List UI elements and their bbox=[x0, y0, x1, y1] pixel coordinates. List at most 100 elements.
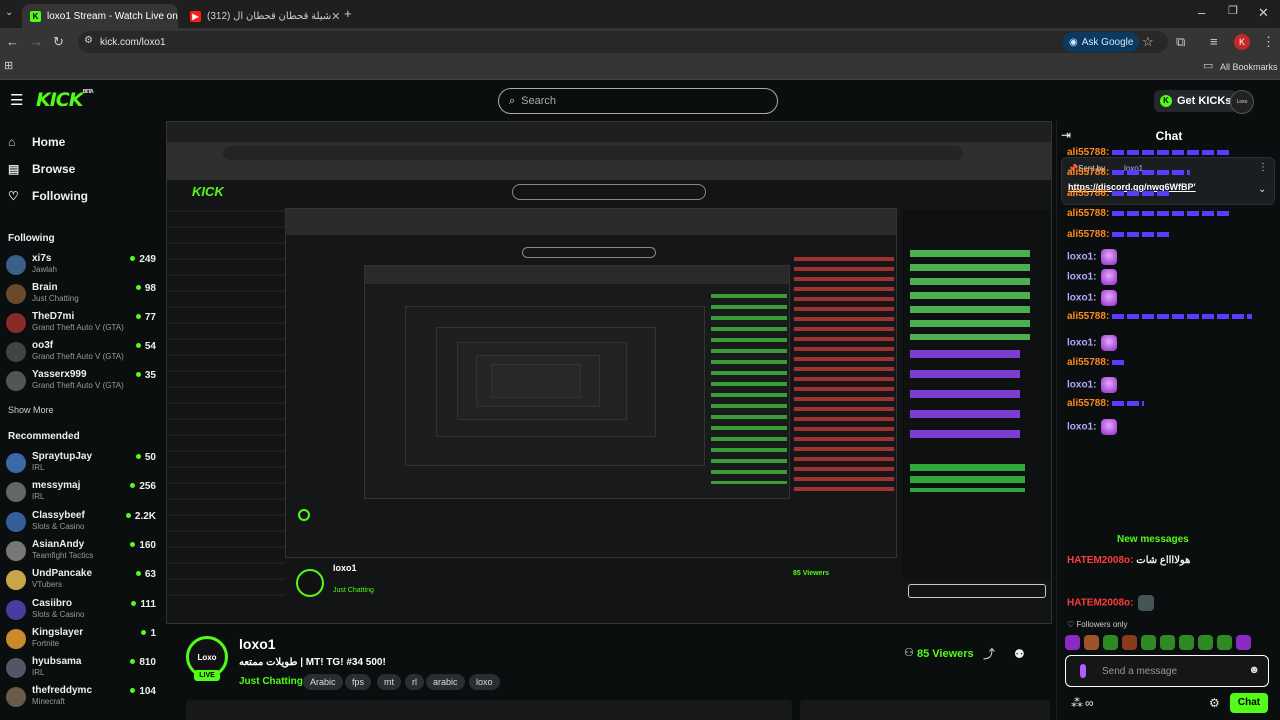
extensions-icon[interactable]: ⧉ bbox=[1176, 35, 1185, 48]
following-yasserx999[interactable]: Yasserx999 Grand Theft Auto V (GTA) 35 bbox=[6, 369, 156, 397]
recommended-classybeef[interactable]: Classybeef Slots & Casino 2.2K bbox=[6, 510, 156, 538]
emote-icon[interactable] bbox=[1160, 635, 1175, 650]
show-more-button[interactable]: Show More bbox=[8, 405, 54, 415]
recommended-kingslayer[interactable]: Kingslayer Fortnite 1 bbox=[6, 627, 156, 655]
site-info-icon[interactable]: ⚙ bbox=[84, 36, 93, 46]
tab-loxo1[interactable]: K loxo1 Stream - Watch Live on K ✕ bbox=[22, 4, 178, 28]
nav-home[interactable]: ⌂ Home bbox=[8, 135, 65, 149]
tag-rl[interactable]: rl bbox=[405, 674, 424, 690]
recommended-undpancake[interactable]: UndPancake VTubers 63 bbox=[6, 568, 156, 596]
chat-username[interactable]: loxo1 bbox=[1067, 252, 1093, 263]
emote-icon[interactable] bbox=[1236, 635, 1251, 650]
forward-icon[interactable]: → bbox=[30, 35, 43, 48]
chat-username[interactable]: ali55788 bbox=[1067, 357, 1106, 368]
send-chat-button[interactable]: Chat bbox=[1230, 693, 1268, 713]
viewer-count: 104 bbox=[130, 686, 156, 697]
chat-username[interactable]: loxo1 bbox=[1067, 380, 1093, 391]
tag-mt[interactable]: mt bbox=[377, 674, 401, 690]
kicks-icon[interactable]: ⁂ bbox=[1071, 697, 1083, 709]
streamer-name[interactable]: loxo1 bbox=[239, 636, 276, 652]
chat-settings-icon[interactable]: ⚙ bbox=[1209, 697, 1220, 709]
chat-username[interactable]: ali55788 bbox=[1067, 167, 1106, 178]
tag-arabic[interactable]: Arabic bbox=[303, 674, 343, 690]
channel-name: Casiibro bbox=[32, 597, 73, 609]
following-brain[interactable]: Brain Just Chatting 98 bbox=[6, 282, 156, 310]
following-oo3f[interactable]: oo3f Grand Theft Auto V (GTA) 54 bbox=[6, 340, 156, 368]
recommended-hyubsama[interactable]: hyubsama IRL 810 bbox=[6, 656, 156, 684]
emote-icon[interactable] bbox=[1065, 635, 1080, 650]
emote-icon[interactable] bbox=[1103, 635, 1118, 650]
follow-user-icon[interactable]: ⚉ bbox=[1014, 648, 1025, 660]
new-messages-banner[interactable]: New messages bbox=[1117, 534, 1189, 545]
category-link[interactable]: Just Chatting bbox=[239, 676, 303, 687]
recommended-messymaj[interactable]: messymaj IRL 256 bbox=[6, 480, 156, 508]
user-avatar[interactable]: Loxo bbox=[1230, 90, 1254, 114]
profile-avatar[interactable]: K bbox=[1234, 34, 1250, 50]
chat-username[interactable]: ali55788 bbox=[1067, 147, 1106, 158]
tab-youtube[interactable]: ▶ (312) شيلة قحطان قحطان ال ✕ bbox=[182, 4, 340, 28]
channel-avatar bbox=[6, 570, 26, 591]
tag-fps[interactable]: fps bbox=[345, 674, 372, 690]
ask-google-button[interactable]: ◉ Ask Google bbox=[1063, 32, 1140, 52]
chat-input[interactable]: Send a message ☻ bbox=[1065, 655, 1269, 687]
chat-username[interactable]: ali55788 bbox=[1067, 188, 1106, 199]
new-tab-icon[interactable]: + bbox=[344, 7, 352, 20]
emote-icon[interactable] bbox=[1217, 635, 1232, 650]
channel-name: AsianAndy bbox=[32, 538, 85, 550]
kick-logo[interactable]: KICKBETA bbox=[36, 89, 94, 111]
emote-icon[interactable] bbox=[1122, 635, 1137, 650]
all-bookmarks-link[interactable]: All Bookmarks bbox=[1220, 62, 1278, 72]
chat-username[interactable]: ali55788 bbox=[1067, 311, 1106, 322]
chat-username[interactable]: ali55788 bbox=[1067, 229, 1106, 240]
bookmark-star-icon[interactable]: ☆ bbox=[1142, 35, 1154, 48]
emote-icon[interactable] bbox=[1198, 635, 1213, 650]
tab-list-icon[interactable]: ⌄ bbox=[5, 8, 13, 18]
chat-username[interactable]: loxo1 bbox=[1067, 272, 1093, 283]
nav-following[interactable]: ♡ Following bbox=[8, 189, 88, 203]
url-field[interactable]: ⚙ kick.com/loxo1 bbox=[78, 31, 1168, 53]
recommended-spraytupjay[interactable]: SpraytupJay IRL 50 bbox=[6, 451, 156, 479]
media-icon[interactable]: ≡ bbox=[1210, 35, 1218, 48]
close-tab-icon[interactable]: ✕ bbox=[331, 10, 340, 23]
restore-icon[interactable]: ❐ bbox=[1228, 6, 1238, 17]
recommended-thefreddymc[interactable]: thefreddymc Minecraft 104 bbox=[6, 685, 156, 713]
apps-icon[interactable]: ⊞ bbox=[4, 61, 13, 72]
hamburger-menu-icon[interactable]: ☰ bbox=[10, 93, 23, 108]
tag-arabic-lower[interactable]: arabic bbox=[426, 674, 465, 690]
nav-browse[interactable]: ▤ Browse bbox=[8, 162, 75, 176]
viewer-count: 85 Viewers bbox=[917, 648, 974, 660]
search-input[interactable]: ⌕ Search bbox=[498, 88, 778, 114]
recommended-asianandy[interactable]: AsianAndy Teamfight Tactics 160 bbox=[6, 539, 156, 567]
emote-spam bbox=[1112, 190, 1173, 196]
browser-tab-bar: ⌄ K loxo1 Stream - Watch Live on K ✕ ▶ (… bbox=[0, 0, 1280, 28]
channel-category: VTubers bbox=[32, 580, 62, 590]
pinned-menu-icon[interactable]: ⋮ bbox=[1258, 162, 1268, 173]
window-close-icon[interactable]: ✕ bbox=[1258, 6, 1269, 19]
infinity-icon[interactable]: ∞ bbox=[1085, 697, 1094, 709]
share-icon[interactable]: ⤴ bbox=[983, 648, 995, 660]
menu-dots-icon[interactable]: ⋮ bbox=[1262, 35, 1275, 48]
chat-username[interactable]: loxo1 bbox=[1067, 422, 1093, 433]
recommended-casiibro[interactable]: Casiibro Slots & Casino 111 bbox=[6, 598, 156, 626]
pinned-expand-icon[interactable]: ⌄ bbox=[1258, 184, 1266, 195]
nested-search bbox=[512, 184, 706, 200]
reload-icon[interactable]: ↻ bbox=[53, 35, 64, 48]
emote-icon[interactable] bbox=[1141, 635, 1156, 650]
emoji-picker-icon[interactable]: ☻ bbox=[1248, 664, 1260, 676]
video-player[interactable]: KICK loxo1 Just Chatting 85 Viewers bbox=[166, 121, 1052, 624]
emote-spam bbox=[1112, 359, 1125, 365]
channel-avatar bbox=[6, 453, 26, 473]
emote-icon[interactable] bbox=[1084, 635, 1099, 650]
chat-username[interactable]: ali55788 bbox=[1067, 398, 1106, 409]
about-panel bbox=[186, 700, 792, 720]
tag-loxo[interactable]: loxo bbox=[469, 674, 500, 690]
chat-username[interactable]: loxo1 bbox=[1067, 338, 1093, 349]
emote-icon[interactable] bbox=[1179, 635, 1194, 650]
minimize-icon[interactable]: – bbox=[1198, 6, 1205, 19]
chat-username[interactable]: ali55788 bbox=[1067, 208, 1106, 219]
following-thed7mi[interactable]: TheD7mi Grand Theft Auto V (GTA) 77 bbox=[6, 311, 156, 339]
get-kicks-button[interactable]: K Get KICKs bbox=[1154, 90, 1238, 112]
back-icon[interactable]: ← bbox=[6, 35, 19, 48]
chat-username[interactable]: loxo1 bbox=[1067, 293, 1093, 304]
following-xi7s[interactable]: xi7s Jawlah 249 bbox=[6, 253, 156, 281]
